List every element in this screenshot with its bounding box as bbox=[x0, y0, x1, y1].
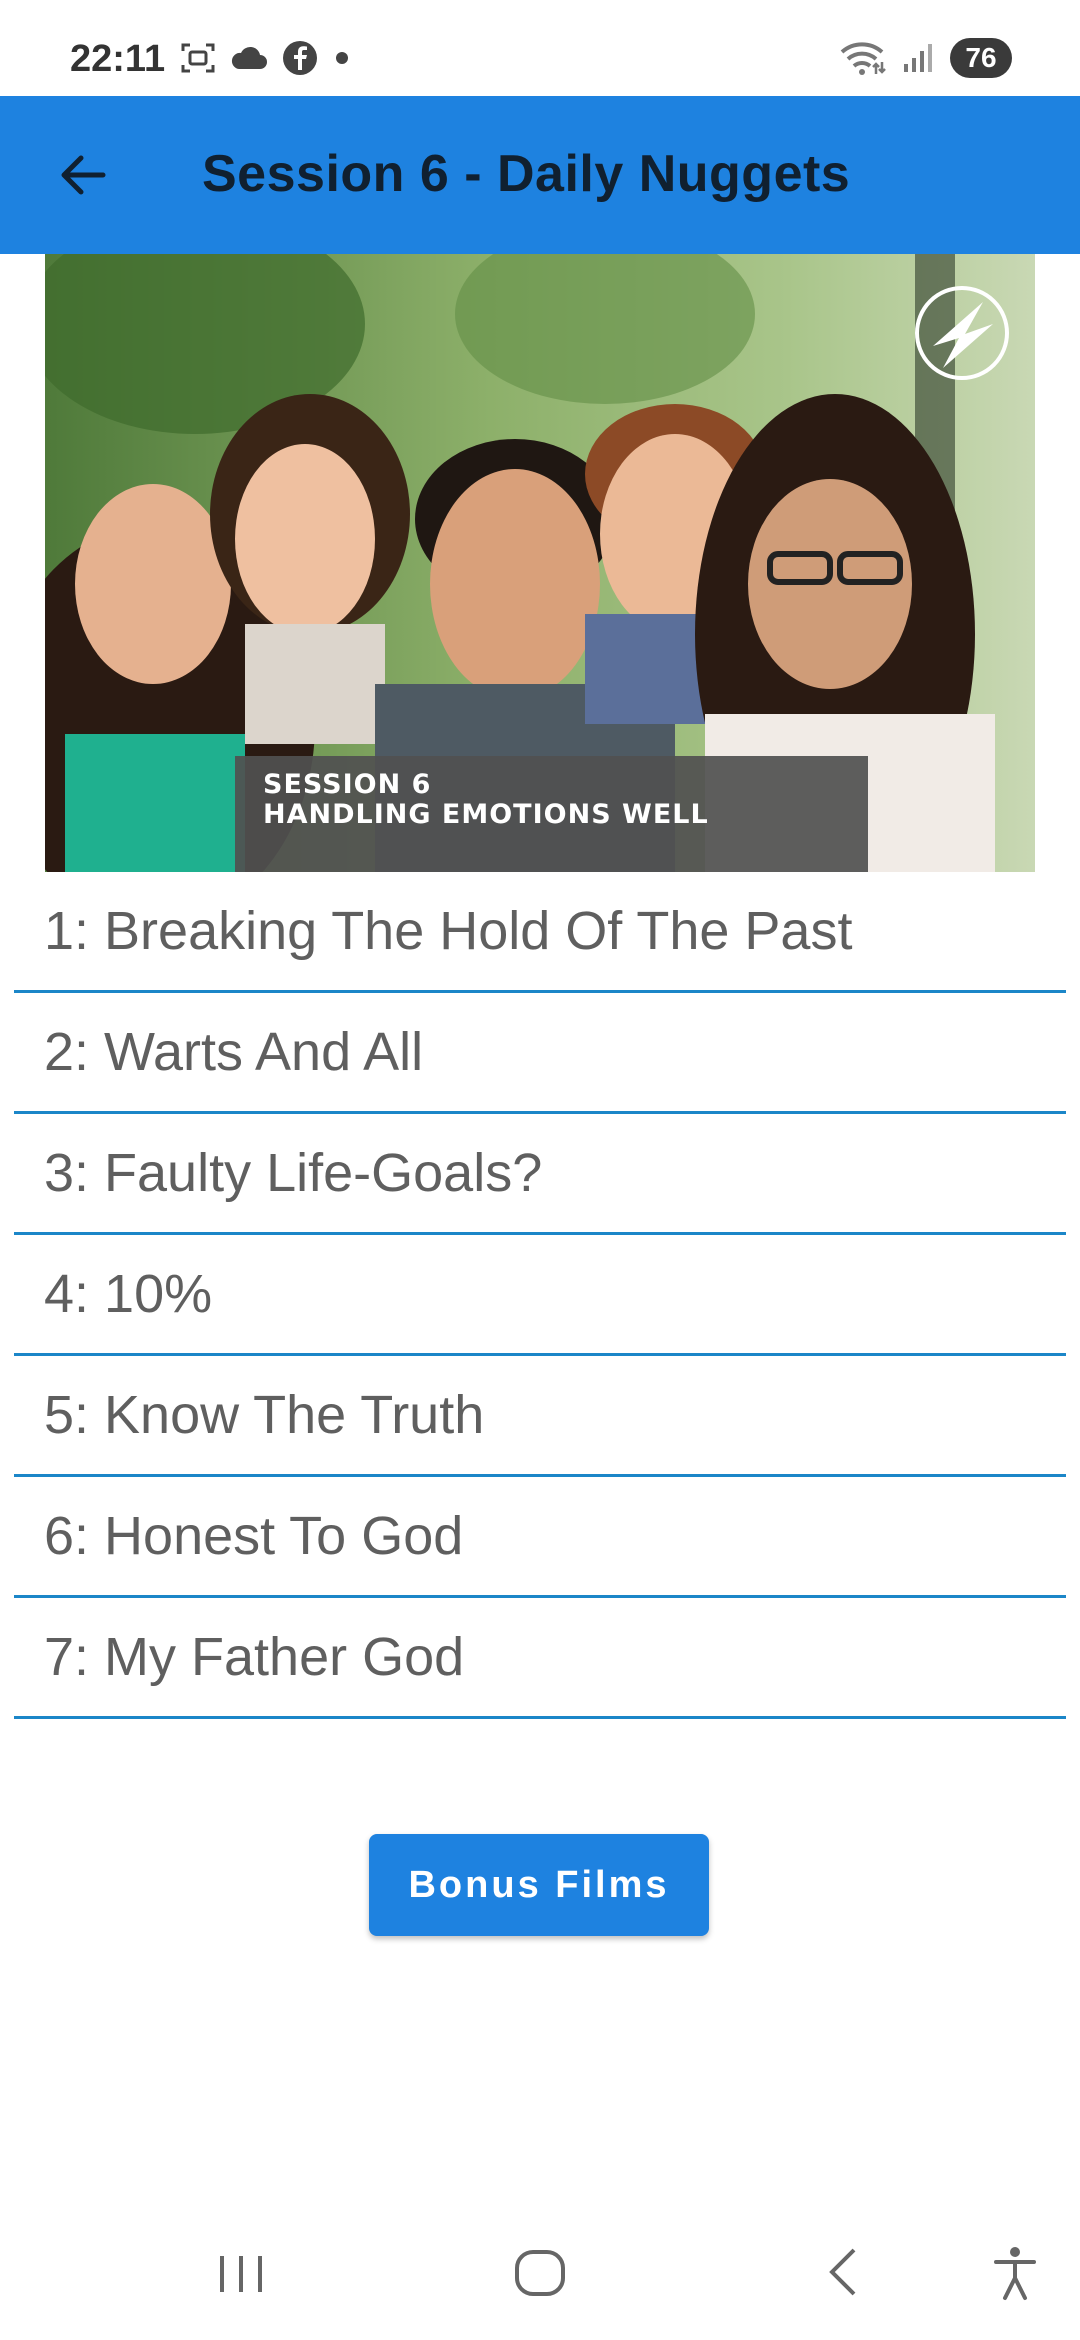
list-item-nugget-3[interactable]: 3: Faulty Life-Goals? bbox=[14, 1114, 1066, 1235]
arrow-left-icon bbox=[61, 155, 106, 195]
nugget-list: 1: Breaking The Hold Of The Past 2: Wart… bbox=[14, 872, 1066, 1719]
back-button[interactable] bbox=[48, 140, 118, 210]
hero-caption: SESSION 6 HANDLING EMOTIONS WELL bbox=[235, 756, 868, 872]
status-icons-right: 76 bbox=[838, 38, 1012, 78]
accessibility-icon[interactable] bbox=[990, 2242, 1040, 2302]
list-item-nugget-6[interactable]: 6: Honest To God bbox=[14, 1477, 1066, 1598]
hero-caption-title: HANDLING EMOTIONS WELL bbox=[263, 799, 709, 830]
status-time: 22:11 bbox=[70, 38, 166, 80]
back-nav-icon[interactable] bbox=[820, 2242, 870, 2302]
session-hero-image: SESSION 6 HANDLING EMOTIONS WELL bbox=[45, 254, 1035, 872]
recent-apps-icon[interactable] bbox=[216, 2242, 266, 2302]
list-item-nugget-7[interactable]: 7: My Father God bbox=[14, 1598, 1066, 1719]
home-icon[interactable] bbox=[512, 2242, 568, 2302]
system-nav-bar bbox=[0, 2220, 1080, 2340]
list-item-nugget-4[interactable]: 4: 10% bbox=[14, 1235, 1066, 1356]
list-item-nugget-2[interactable]: 2: Warts And All bbox=[14, 993, 1066, 1114]
logo-icon bbox=[915, 286, 1009, 380]
app-bar: Session 6 - Daily Nuggets bbox=[0, 96, 1080, 254]
wifi-icon bbox=[840, 42, 886, 75]
dot-icon bbox=[336, 52, 348, 64]
status-bar: 22:11 76 bbox=[0, 0, 1080, 96]
cloud-icon bbox=[231, 46, 267, 69]
screenshot-icon bbox=[181, 43, 215, 73]
page-title: Session 6 - Daily Nuggets bbox=[202, 145, 851, 203]
facebook-icon bbox=[283, 41, 317, 75]
battery-indicator: 76 bbox=[950, 38, 1012, 78]
bonus-films-button[interactable]: Bonus Films bbox=[369, 1834, 709, 1936]
hero-caption-session: SESSION 6 bbox=[263, 769, 432, 800]
list-item-nugget-5[interactable]: 5: Know The Truth bbox=[14, 1356, 1066, 1477]
signal-icon bbox=[904, 44, 932, 72]
list-item-nugget-1[interactable]: 1: Breaking The Hold Of The Past bbox=[14, 872, 1066, 993]
status-icons-left bbox=[180, 40, 352, 76]
